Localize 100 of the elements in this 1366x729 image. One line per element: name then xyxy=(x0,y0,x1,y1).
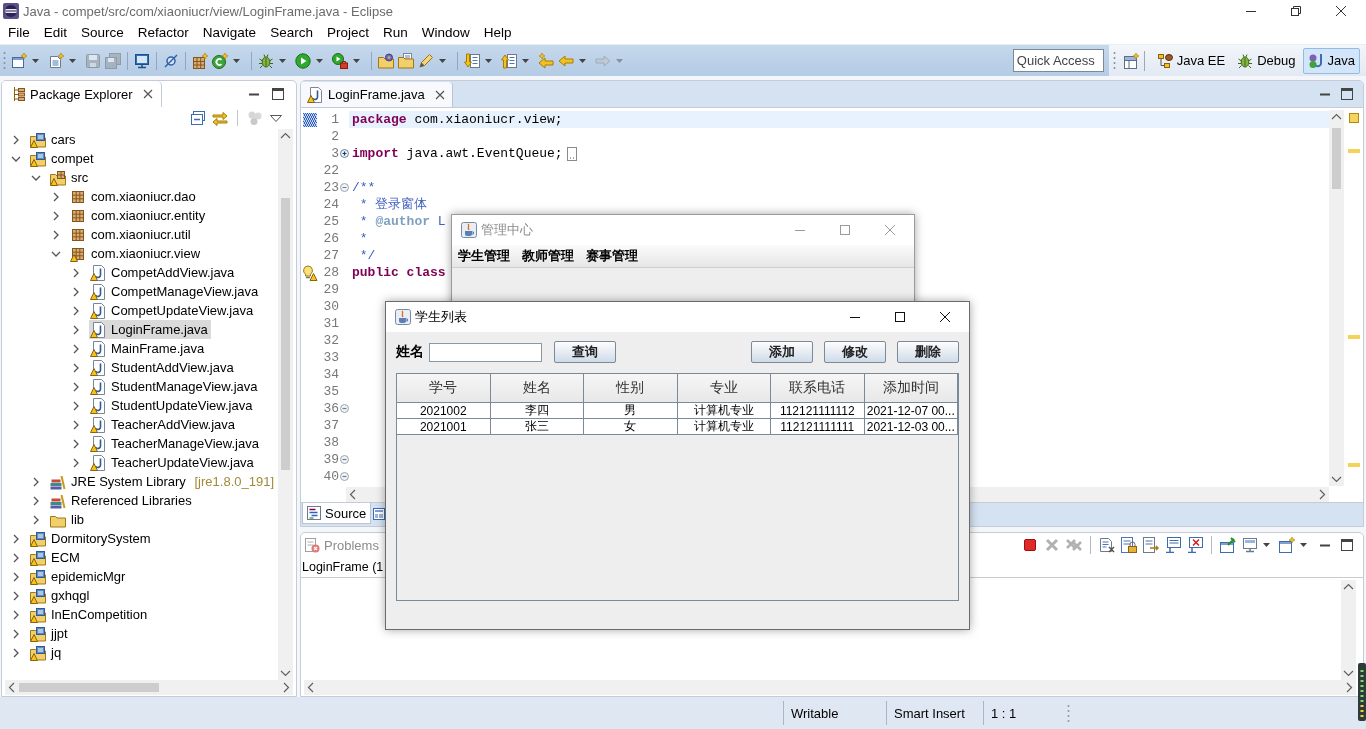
collapse-all-icon[interactable] xyxy=(190,110,206,126)
scrollbar-thumb[interactable] xyxy=(1332,128,1341,189)
vertical-scrollbar[interactable] xyxy=(278,129,293,680)
column-header[interactable]: 性别 xyxy=(584,374,678,403)
tree-item[interactable]: JRE System Library [jre1.8.0_191] xyxy=(49,472,277,491)
horizontal-scrollbar[interactable] xyxy=(304,680,1356,695)
menu-item[interactable]: Navigate xyxy=(195,23,264,43)
two-arrows-icon[interactable] xyxy=(212,110,228,126)
document-arrow-icon[interactable] xyxy=(1143,537,1159,553)
dropdown-caret-icon[interactable] xyxy=(485,58,492,63)
tree-item[interactable]: DormitorySystem xyxy=(29,529,154,548)
menu-item[interactable]: File xyxy=(1,23,37,43)
tree-item[interactable]: compet xyxy=(29,149,97,168)
tree-item[interactable]: CompetAddView.java xyxy=(89,263,238,282)
minimize-icon[interactable] xyxy=(1319,92,1331,96)
fold-minus-icon[interactable] xyxy=(340,455,349,464)
tree-item[interactable]: ECM xyxy=(29,548,83,567)
horizontal-scrollbar[interactable] xyxy=(5,680,293,695)
maximize-icon[interactable] xyxy=(1341,539,1353,551)
menu-item[interactable]: Source xyxy=(74,23,131,43)
tree-item[interactable]: src xyxy=(49,168,92,187)
column-header[interactable]: 学号 xyxy=(397,374,491,403)
tree-item[interactable]: jq xyxy=(29,643,65,662)
tree-item[interactable]: lib xyxy=(49,510,87,529)
column-header[interactable]: 添加时间 xyxy=(864,374,958,403)
tree-item[interactable]: StudentAddView.java xyxy=(89,358,237,377)
tree-item[interactable]: StudentManageView.java xyxy=(89,377,261,396)
menu-item[interactable]: Project xyxy=(319,23,376,43)
tree-item[interactable]: epidemicMgr xyxy=(29,567,129,586)
vertical-scrollbar[interactable] xyxy=(1341,580,1356,680)
view-tab[interactable]: Problems xyxy=(301,533,384,557)
tree-item[interactable]: TeacherAddView.java xyxy=(89,415,239,434)
close-icon[interactable] xyxy=(434,89,445,100)
perspective-button[interactable]: Java EE xyxy=(1151,47,1231,74)
tree-item[interactable]: com.xiaoniucr.view xyxy=(69,244,204,263)
menu-item[interactable]: 教师管理 xyxy=(516,247,580,265)
monitor-error-icon[interactable] xyxy=(1187,537,1203,553)
tree-item[interactable]: jjpt xyxy=(29,624,71,643)
maximize-icon[interactable] xyxy=(1341,88,1353,100)
maximize-icon[interactable] xyxy=(895,312,905,322)
new-document-icon[interactable] xyxy=(48,52,64,69)
minimize-icon[interactable] xyxy=(248,92,260,96)
monitor-icon[interactable] xyxy=(134,52,150,69)
close-icon[interactable] xyxy=(1336,6,1346,16)
dropdown-caret-icon[interactable] xyxy=(439,58,446,63)
tree-item[interactable]: com.xiaoniucr.entity xyxy=(69,206,209,225)
dropdown-caret-icon[interactable] xyxy=(32,58,39,63)
tree-item[interactable]: LoginFrame.java xyxy=(89,320,211,339)
menu-item[interactable]: Edit xyxy=(36,23,75,43)
view-tab[interactable]: Package Explorer xyxy=(2,81,162,107)
down-arrow-document-icon[interactable] xyxy=(464,52,480,69)
folded-code-icon[interactable] xyxy=(566,146,577,161)
menu-item[interactable]: Refactor xyxy=(130,23,196,43)
tree-item[interactable]: com.xiaoniucr.dao xyxy=(69,187,199,206)
bug-icon[interactable] xyxy=(258,52,274,69)
dropdown-caret-icon[interactable] xyxy=(522,58,529,63)
tree-item[interactable]: gxhqgl xyxy=(29,586,93,605)
column-header[interactable]: 联系电话 xyxy=(771,374,865,403)
pen-icon[interactable] xyxy=(418,52,434,69)
new-window-icon[interactable] xyxy=(11,52,27,69)
close-icon[interactable] xyxy=(940,312,950,322)
menu-item[interactable]: Help xyxy=(476,23,519,43)
clear-document-icon[interactable] xyxy=(1099,537,1115,553)
folder-ball-icon[interactable] xyxy=(378,52,394,69)
action-button[interactable]: 添加 xyxy=(751,341,813,363)
tree-item[interactable]: CompetManageView.java xyxy=(89,282,262,301)
new-window-icon[interactable] xyxy=(1279,537,1295,553)
tree-item[interactable]: StudentUpdateView.java xyxy=(89,396,256,415)
dropdown-caret-icon[interactable] xyxy=(1263,543,1270,547)
fold-minus-icon[interactable] xyxy=(340,183,349,192)
window-pin-icon[interactable] xyxy=(1220,537,1236,553)
editor-tab[interactable]: LoginFrame.java xyxy=(301,82,453,107)
crossed-circle-icon[interactable] xyxy=(163,52,179,69)
monitor-lines-icon[interactable] xyxy=(1165,537,1181,553)
vertical-scrollbar[interactable] xyxy=(1329,110,1344,486)
up-arrow-document-icon[interactable] xyxy=(501,52,517,69)
dropdown-caret-icon[interactable] xyxy=(316,58,323,63)
play-toolbox-icon[interactable] xyxy=(332,52,348,69)
tree-item[interactable]: MainFrame.java xyxy=(89,339,208,358)
tree-item[interactable]: TeacherUpdateView.java xyxy=(89,453,257,472)
table-sparkle-icon[interactable] xyxy=(1122,52,1139,69)
scrollbar-thumb[interactable] xyxy=(19,683,159,692)
dropdown-caret-icon[interactable] xyxy=(233,58,240,63)
scrollbar-thumb[interactable] xyxy=(281,198,290,470)
monitor-icon[interactable] xyxy=(1242,537,1258,553)
menu-item[interactable]: Window xyxy=(414,23,477,43)
menu-item[interactable]: Search xyxy=(263,23,320,43)
quick-access-field[interactable]: Quick Access xyxy=(1012,49,1104,72)
perspective-button[interactable]: Debug xyxy=(1232,47,1301,74)
fold-minus-icon[interactable] xyxy=(340,472,349,481)
menu-item[interactable]: 学生管理 xyxy=(452,247,516,265)
tree-item[interactable]: TeacherManageView.java xyxy=(89,434,262,453)
stop-icon[interactable] xyxy=(1022,537,1038,553)
tree-item[interactable]: CompetUpdateView.java xyxy=(89,301,257,320)
minimize-icon[interactable] xyxy=(1319,543,1331,547)
folder-document-icon[interactable] xyxy=(398,52,414,69)
menu-item[interactable]: Run xyxy=(375,23,415,43)
dropdown-caret-icon[interactable] xyxy=(279,58,286,63)
menu-item[interactable]: 赛事管理 xyxy=(580,247,644,265)
dropdown-caret-icon[interactable] xyxy=(69,58,76,63)
